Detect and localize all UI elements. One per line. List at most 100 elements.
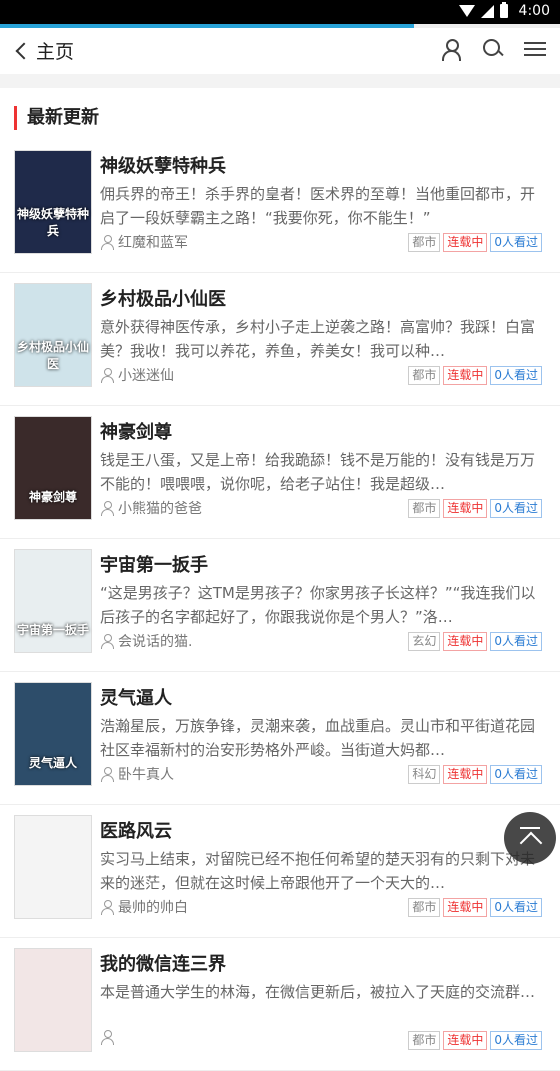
category-badge: 都市 (408, 1031, 441, 1050)
book-tags: 玄幻 连载中 0人看过 (408, 632, 542, 651)
status-badge: 连载中 (443, 632, 488, 651)
category-badge: 都市 (408, 233, 441, 252)
status-badge: 连载中 (443, 765, 488, 784)
book-title[interactable]: 医路风云 (100, 817, 172, 843)
battery-icon (500, 2, 508, 18)
category-badge: 玄幻 (408, 632, 441, 651)
back-button[interactable]: 主页 (14, 37, 74, 64)
book-cover[interactable]: 宇宙第一扳手 (14, 549, 92, 653)
book-title[interactable]: 神级妖孽特种兵 (100, 152, 226, 178)
author-name: 小熊猫的爸爸 (118, 501, 202, 517)
book-description: 钱是王八蛋，又是上帝！给我跪舔！钱不是万能的！没有钱是万万不能的！喂喂喂，说你呢… (100, 451, 536, 493)
signal-icon (481, 4, 494, 18)
book-description: 意外获得神医传承，乡村小子走上逆袭之路！高富帅？我踩！白富美？我收！我可以养花，… (100, 318, 536, 360)
book-author: 小迷迷仙 (100, 365, 174, 385)
book-list-item[interactable]: 灵气逼人 灵气逼人 浩瀚星辰，万族争锋，灵潮来袭，血战重启。灵山市和平街道花园社… (0, 672, 560, 805)
book-list-item[interactable]: 医路风云 实习马上结束，对留院已经不抱任何希望的楚天羽有的只剩下对未来的迷茫，但… (0, 805, 560, 938)
status-icons (459, 2, 508, 18)
category-badge: 都市 (408, 499, 441, 518)
cover-title: 神豪剑尊 (28, 490, 77, 504)
author-icon (100, 235, 114, 250)
book-list-item[interactable]: 神豪剑尊 神豪剑尊 钱是王八蛋，又是上帝！给我跪舔！钱不是万能的！没有钱是万万不… (0, 406, 560, 539)
header-divider (0, 74, 560, 88)
author-icon (100, 1030, 114, 1045)
book-author: 最帅的帅白 (100, 897, 188, 917)
book-description: 本是普通大学生的林海，在微信更新后，被拉入了天庭的交流群… (100, 983, 536, 1001)
book-description: 实习马上结束，对留院已经不抱任何希望的楚天羽有的只剩下对未来的迷茫，但就在这时候… (100, 850, 536, 892)
book-author (100, 1030, 118, 1045)
views-badge: 0人看过 (490, 898, 542, 917)
views-badge: 0人看过 (490, 233, 542, 252)
author-name: 会说话的猫. (118, 634, 193, 650)
status-badge: 连载中 (443, 499, 488, 518)
category-badge: 都市 (408, 366, 441, 385)
views-badge: 0人看过 (490, 366, 542, 385)
book-description: 浩瀚星辰，万族争锋，灵潮来袭，血战重启。灵山市和平街道花园社区幸福新村的治安形势… (100, 717, 536, 759)
author-name: 红魔和蓝军 (118, 235, 188, 251)
book-title[interactable]: 灵气逼人 (100, 684, 172, 710)
book-tags: 科幻 连载中 0人看过 (408, 765, 542, 784)
book-cover[interactable]: 神豪剑尊 (14, 416, 92, 520)
section-title: 最新更新 (14, 106, 99, 130)
user-icon[interactable] (440, 38, 462, 61)
views-badge: 0人看过 (490, 499, 542, 518)
cover-title: 宇宙第一扳手 (16, 623, 89, 637)
book-tags: 都市 连载中 0人看过 (408, 233, 542, 252)
author-icon (100, 501, 114, 516)
book-author: 卧牛真人 (100, 764, 174, 784)
book-tags: 都市 连载中 0人看过 (408, 499, 542, 518)
book-list-item[interactable]: 宇宙第一扳手 宇宙第一扳手 “这是男孩子？这TM是男孩子？你家男孩子长这样？”“… (0, 539, 560, 672)
scroll-to-top-button[interactable] (504, 812, 556, 864)
book-description: 佣兵界的帝王！杀手界的皇者！医术界的至尊！当他重回都市，开启了一段妖孽霸主之路！… (100, 185, 536, 227)
book-list: 神级妖孽特种兵 神级妖孽特种兵 佣兵界的帝王！杀手界的皇者！医术界的至尊！当他重… (0, 140, 560, 1071)
status-time: 4:00 (518, 3, 550, 19)
views-badge: 0人看过 (490, 632, 542, 651)
book-tags: 都市 连载中 0人看过 (408, 898, 542, 917)
category-badge: 都市 (408, 898, 441, 917)
book-cover[interactable] (14, 948, 92, 1052)
chevron-left-icon (15, 42, 33, 59)
header-actions (440, 38, 546, 61)
author-icon (100, 368, 114, 383)
book-author: 小熊猫的爸爸 (100, 498, 202, 518)
book-list-item[interactable]: 神级妖孽特种兵 神级妖孽特种兵 佣兵界的帝王！杀手界的皇者！医术界的至尊！当他重… (0, 140, 560, 273)
views-badge: 0人看过 (490, 1031, 542, 1050)
category-badge: 科幻 (408, 765, 441, 784)
author-name: 卧牛真人 (118, 767, 174, 783)
book-cover[interactable] (14, 815, 92, 919)
book-author: 红魔和蓝军 (100, 232, 188, 252)
arrow-up-icon (519, 831, 543, 855)
book-tags: 都市 连载中 0人看过 (408, 1031, 542, 1050)
top-bar-icon (520, 827, 540, 829)
views-badge: 0人看过 (490, 765, 542, 784)
author-icon (100, 767, 114, 782)
book-title[interactable]: 我的微信连三界 (100, 950, 226, 976)
book-title[interactable]: 乡村极品小仙医 (100, 285, 226, 311)
author-name: 小迷迷仙 (118, 368, 174, 384)
back-label: 主页 (36, 41, 75, 63)
wifi-icon (459, 5, 475, 17)
book-description: “这是男孩子？这TM是男孩子？你家男孩子长这样？”“我连我们以后孩子的名字都起好… (100, 584, 536, 626)
author-icon (100, 900, 114, 915)
author-icon (100, 634, 114, 649)
book-cover[interactable]: 乡村极品小仙医 (14, 283, 92, 387)
menu-icon[interactable] (524, 38, 546, 60)
search-icon[interactable] (482, 38, 504, 60)
status-bar: 4:00 (0, 0, 560, 24)
status-badge: 连载中 (443, 233, 488, 252)
book-tags: 都市 连载中 0人看过 (408, 366, 542, 385)
cover-title: 灵气逼人 (28, 756, 77, 770)
book-list-item[interactable]: 我的微信连三界 本是普通大学生的林海，在微信更新后，被拉入了天庭的交流群… 都市… (0, 938, 560, 1071)
book-title[interactable]: 神豪剑尊 (100, 418, 172, 444)
book-title[interactable]: 宇宙第一扳手 (100, 551, 208, 577)
book-list-item[interactable]: 乡村极品小仙医 乡村极品小仙医 意外获得神医传承，乡村小子走上逆袭之路！高富帅？… (0, 273, 560, 406)
cover-title: 乡村极品小仙医 (16, 340, 89, 371)
book-cover[interactable]: 神级妖孽特种兵 (14, 150, 92, 254)
status-badge: 连载中 (443, 898, 488, 917)
book-cover[interactable]: 灵气逼人 (14, 682, 92, 786)
book-author: 会说话的猫. (100, 631, 192, 651)
author-name: 最帅的帅白 (118, 900, 188, 916)
status-badge: 连载中 (443, 366, 488, 385)
cover-title: 神级妖孽特种兵 (16, 207, 89, 238)
top-header: 主页 (0, 28, 560, 74)
